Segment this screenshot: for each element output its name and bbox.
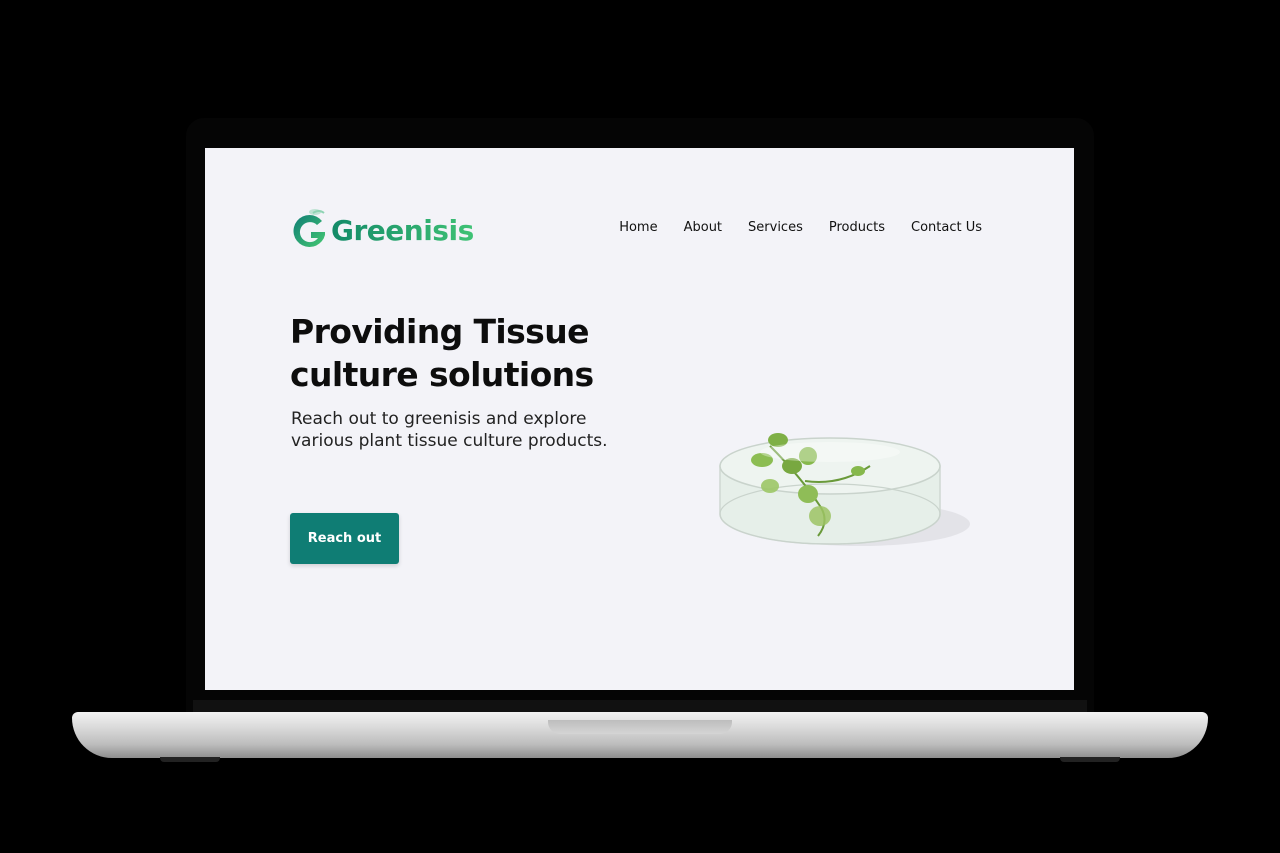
nav-item-contact-us[interactable]: Contact Us	[911, 220, 982, 235]
laptop-base	[72, 712, 1208, 758]
laptop-foot	[160, 757, 220, 762]
laptop-screen: Greenisis Home About Services Products C…	[205, 148, 1074, 690]
petri-dish-plant-image	[719, 433, 970, 546]
nav-item-services[interactable]: Services	[748, 220, 803, 235]
brand-name: Greenisis	[331, 213, 474, 247]
brand-logo[interactable]: Greenisis	[289, 204, 474, 256]
laptop-notch	[548, 720, 732, 734]
reach-out-button[interactable]: Reach out	[290, 513, 399, 564]
laptop-foot	[1060, 757, 1120, 762]
hero-subtitle: Reach out to greenisis and explore vario…	[291, 409, 608, 451]
nav-item-products[interactable]: Products	[829, 220, 885, 235]
logo-g-icon	[293, 209, 325, 247]
hero-title: Providing Tissue culture solutions	[290, 312, 594, 394]
nav-item-home[interactable]: Home	[619, 220, 657, 235]
main-nav: Home About Services Products Contact Us	[619, 220, 982, 235]
nav-item-about[interactable]: About	[684, 220, 722, 235]
